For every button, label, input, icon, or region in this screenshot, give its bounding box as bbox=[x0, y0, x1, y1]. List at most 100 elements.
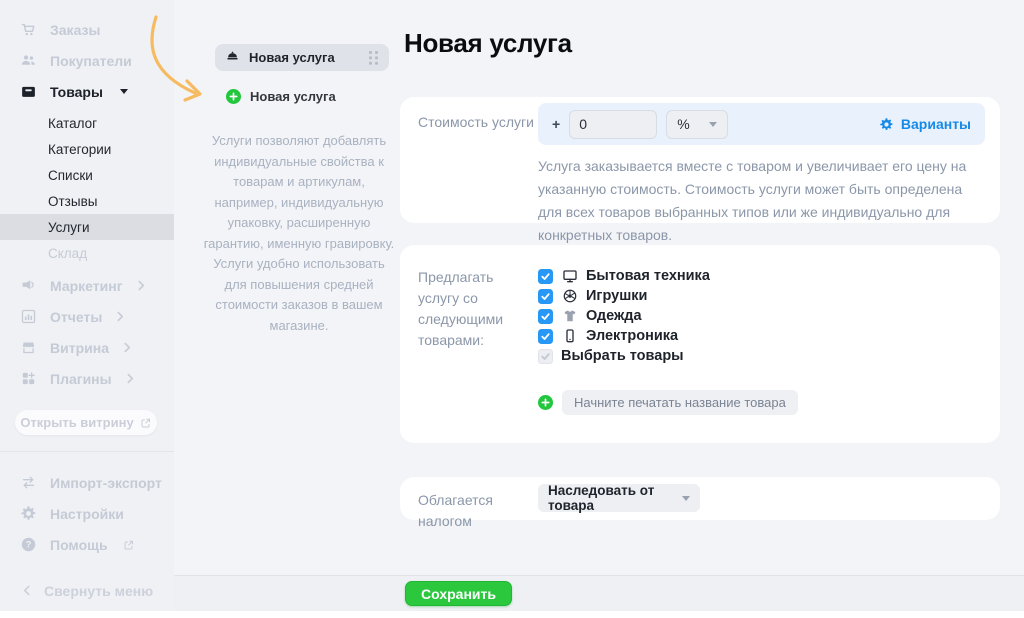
offer-label: Предлагать услугу со следующими товарами… bbox=[400, 245, 538, 443]
chevron-down-icon bbox=[682, 496, 690, 501]
sidebar-item-settings[interactable]: Настройки bbox=[0, 498, 174, 529]
tax-select[interactable]: Наследовать от товара bbox=[538, 484, 700, 512]
checkbox-label: Бытовая техника bbox=[586, 268, 710, 284]
chevron-right-icon bbox=[117, 311, 124, 322]
external-link-icon bbox=[123, 539, 135, 551]
svg-text:?: ? bbox=[25, 540, 31, 550]
sidebar-item-label: Услуги bbox=[48, 220, 90, 235]
sidebar-bottom-group: Импорт-экспорт Настройки ? Помощь Сверну… bbox=[0, 467, 174, 606]
sidebar-item-help[interactable]: ? Помощь bbox=[0, 529, 174, 560]
sidebar-item-label: Отзывы bbox=[48, 194, 97, 209]
sidebar-item-marketing[interactable]: Маркетинг bbox=[0, 270, 174, 301]
services-description: Услуги позволяют добавлять индивидуальны… bbox=[203, 131, 395, 336]
sidebar-item-label: Импорт-экспорт bbox=[50, 475, 162, 491]
sidebar-item-label: Маркетинг bbox=[50, 278, 123, 294]
sidebar-item-label: Покупатели bbox=[50, 53, 132, 69]
sidebar-item-label: Списки bbox=[48, 168, 93, 183]
sidebar-item-label: Заказы bbox=[50, 22, 100, 38]
checkbox-label: Одежда bbox=[586, 308, 642, 324]
sidebar-item-label: Склад bbox=[48, 246, 87, 261]
sidebar-item-services[interactable]: Услуги bbox=[0, 214, 174, 240]
tax-label: Облагается налогом bbox=[400, 477, 538, 520]
sidebar-item-catalog[interactable]: Каталог bbox=[0, 110, 174, 136]
chevron-left-icon bbox=[23, 585, 30, 596]
drag-handle-icon[interactable] bbox=[369, 51, 379, 65]
chevron-right-icon bbox=[127, 373, 134, 384]
tax-card: Облагается налогом Наследовать от товара bbox=[400, 477, 1000, 520]
sidebar-item-label: Отчеты bbox=[50, 309, 102, 325]
sidebar-item-reviews[interactable]: Отзывы bbox=[0, 188, 174, 214]
sidebar: Заказы Покупатели Товары Каталог Категор… bbox=[0, 0, 174, 611]
smartphone-icon bbox=[561, 328, 578, 345]
gear-icon bbox=[879, 117, 894, 132]
add-product-input[interactable]: Начните печатать название товара bbox=[562, 390, 798, 415]
sidebar-item-label: Категории bbox=[48, 142, 111, 157]
variants-button[interactable]: Варианты bbox=[879, 116, 971, 132]
checkbox-label: Выбрать товары bbox=[561, 348, 684, 364]
open-storefront-label: Открыть витрину bbox=[20, 415, 133, 430]
service-tab[interactable]: Новая услуга bbox=[215, 44, 389, 71]
cost-card: Стоимость услуги + % Варианты Услуга зак… bbox=[400, 97, 1000, 223]
gear-icon bbox=[19, 505, 37, 523]
checkbox-row-appliances[interactable]: Бытовая техника bbox=[538, 266, 985, 286]
add-service-label: Новая услуга bbox=[250, 89, 336, 104]
plugins-icon bbox=[19, 370, 37, 388]
cost-unit-value: % bbox=[677, 116, 689, 132]
variants-label: Варианты bbox=[901, 116, 971, 132]
sidebar-item-label: Настройки bbox=[50, 506, 124, 522]
chevron-down-icon bbox=[709, 122, 717, 127]
add-service-link[interactable]: Новая услуга bbox=[226, 89, 336, 104]
tax-select-value: Наследовать от товара bbox=[548, 483, 682, 513]
checkbox-row-select-products[interactable]: Выбрать товары bbox=[538, 346, 985, 366]
box-icon bbox=[19, 83, 37, 101]
users-icon bbox=[19, 52, 37, 70]
plus-circle-icon bbox=[226, 89, 241, 104]
checkbox-checked[interactable] bbox=[538, 289, 553, 304]
sidebar-item-categories[interactable]: Категории bbox=[0, 136, 174, 162]
megaphone-icon bbox=[19, 277, 37, 295]
add-product-row: Начните печатать название товара bbox=[538, 390, 985, 415]
window-bottom-edge bbox=[0, 611, 1024, 618]
checkbox-label: Игрушки bbox=[586, 288, 647, 304]
storefront-icon bbox=[19, 339, 37, 357]
save-button[interactable]: Сохранить bbox=[405, 581, 512, 606]
sidebar-item-products[interactable]: Товары bbox=[0, 76, 174, 107]
tshirt-icon bbox=[561, 308, 578, 325]
checkbox-row-clothes[interactable]: Одежда bbox=[538, 306, 985, 326]
main-content: Новая услуга Новая услуга Новая услуга У… bbox=[174, 0, 1024, 611]
checkbox-checked[interactable] bbox=[538, 309, 553, 324]
plus-circle-icon[interactable] bbox=[538, 395, 553, 410]
sidebar-item-lists[interactable]: Списки bbox=[0, 162, 174, 188]
checkbox-row-electronics[interactable]: Электроника bbox=[538, 326, 985, 346]
external-link-icon bbox=[140, 417, 152, 429]
service-bell-icon bbox=[225, 50, 240, 65]
sidebar-item-label: Помощь bbox=[50, 537, 108, 553]
soccer-ball-icon bbox=[561, 288, 578, 305]
help-icon: ? bbox=[19, 536, 37, 554]
sidebar-item-storefront[interactable]: Витрина bbox=[0, 332, 174, 363]
sidebar-item-reports[interactable]: Отчеты bbox=[0, 301, 174, 332]
checkbox-row-toys[interactable]: Игрушки bbox=[538, 286, 985, 306]
add-product-placeholder: Начните печатать название товара bbox=[574, 395, 786, 410]
cost-label: Стоимость услуги bbox=[400, 97, 538, 223]
sidebar-item-orders[interactable]: Заказы bbox=[0, 14, 174, 45]
sidebar-item-label: Витрина bbox=[50, 340, 109, 356]
checkbox-unchecked[interactable] bbox=[538, 349, 553, 364]
open-storefront-button[interactable]: Открыть витрину bbox=[15, 410, 157, 435]
sidebar-item-label: Плагины bbox=[50, 371, 112, 387]
cost-unit-select[interactable]: % bbox=[666, 110, 728, 139]
collapse-menu-button[interactable]: Свернуть меню bbox=[0, 575, 174, 606]
plus-sign: + bbox=[552, 116, 560, 132]
cost-value-input[interactable] bbox=[569, 110, 657, 139]
sidebar-item-import-export[interactable]: Импорт-экспорт bbox=[0, 467, 174, 498]
sidebar-item-customers[interactable]: Покупатели bbox=[0, 45, 174, 76]
sidebar-item-plugins[interactable]: Плагины bbox=[0, 363, 174, 394]
sidebar-item-stock[interactable]: Склад bbox=[0, 240, 174, 266]
products-submenu: Каталог Категории Списки Отзывы Услуги С… bbox=[0, 110, 174, 266]
cost-input-row: + % Варианты bbox=[538, 103, 985, 145]
sidebar-item-label: Товары bbox=[50, 84, 103, 100]
checkbox-checked[interactable] bbox=[538, 269, 553, 284]
checkbox-checked[interactable] bbox=[538, 329, 553, 344]
chevron-right-icon bbox=[138, 280, 145, 291]
service-tab-label: Новая услуга bbox=[249, 50, 360, 65]
